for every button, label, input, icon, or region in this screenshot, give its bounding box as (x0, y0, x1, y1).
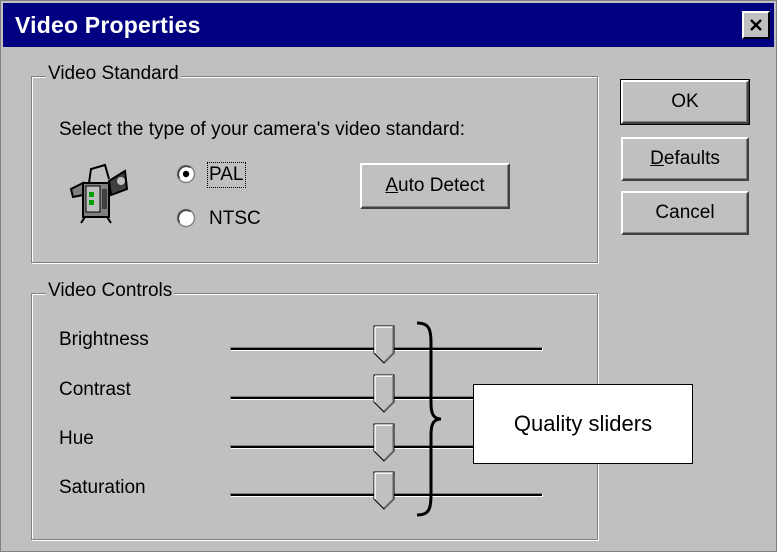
window-title: Video Properties (15, 12, 201, 38)
slider-label-contrast: Contrast (59, 379, 131, 400)
title-bar[interactable]: Video Properties (3, 3, 774, 47)
video-controls-legend: Video Controls (46, 280, 175, 302)
slider-label-hue: Hue (59, 428, 94, 449)
quality-sliders-callout: Quality sliders (473, 384, 693, 464)
slider-thumb-brightness[interactable] (373, 325, 395, 365)
video-standard-prompt: Select the type of your camera's video s… (59, 119, 466, 140)
video-properties-dialog: Video Properties Video Standard Select t… (0, 0, 777, 552)
video-standard-legend: Video Standard (46, 63, 181, 85)
auto-detect-mnemonic: A (385, 175, 399, 196)
defaults-mnemonic: D (650, 148, 664, 169)
slider-thumb-contrast[interactable] (373, 374, 395, 414)
defaults-label: Defaults (650, 148, 720, 170)
cancel-button[interactable]: Cancel (621, 191, 749, 235)
defaults-button[interactable]: Defaults (621, 137, 749, 181)
close-icon (750, 19, 762, 31)
radio-pal-label[interactable]: PAL (207, 162, 246, 188)
radio-pal[interactable] (176, 164, 196, 184)
auto-detect-label: Auto Detect (385, 175, 484, 197)
curly-brace-annotation (416, 321, 442, 517)
auto-detect-button[interactable]: Auto Detect (360, 163, 510, 209)
cancel-label: Cancel (655, 202, 715, 223)
camera-icon (69, 163, 129, 224)
radio-ntsc-label[interactable]: NTSC (209, 208, 261, 230)
slider-thumb-saturation[interactable] (373, 471, 395, 511)
slider-label-brightness: Brightness (59, 329, 149, 350)
slider-thumb-hue[interactable] (373, 423, 395, 463)
callout-text: Quality sliders (513, 411, 653, 436)
ok-button[interactable]: OK (620, 79, 750, 125)
auto-detect-label-rest: uto Detect (398, 175, 485, 196)
radio-ntsc[interactable] (176, 208, 196, 228)
close-button[interactable] (742, 11, 770, 39)
defaults-label-rest: efaults (663, 148, 720, 169)
ok-label: OK (671, 91, 699, 112)
slider-label-saturation: Saturation (59, 477, 146, 498)
